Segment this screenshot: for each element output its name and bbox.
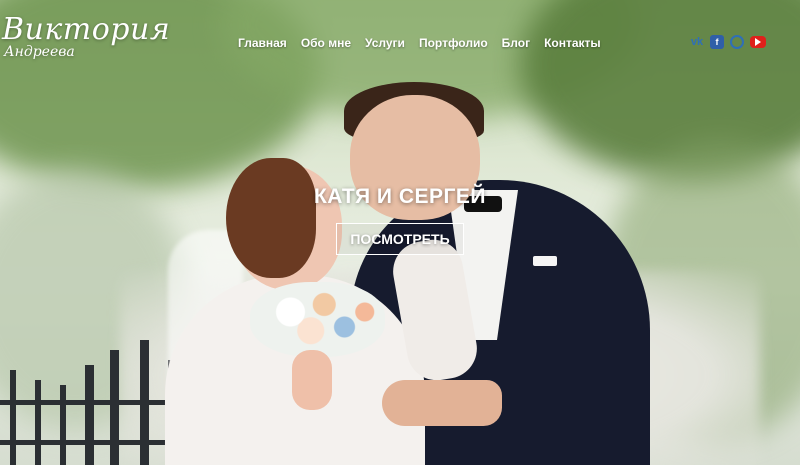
hero-caption: КАТЯ И СЕРГЕЙ ПОСМОТРЕТЬ [300,185,500,255]
brand-logo[interactable]: Виктория Андреева [2,12,171,61]
social-links: vk f [690,35,766,49]
nav-item-portfolio[interactable]: Портфолио [419,36,488,50]
youtube-icon[interactable] [750,36,766,48]
hero-title: КАТЯ И СЕРГЕЙ [313,185,487,208]
brand-name: Виктория [2,12,171,47]
nav-item-home[interactable]: Главная [238,36,287,50]
nav-item-services[interactable]: Услуги [365,36,405,50]
facebook-icon[interactable]: f [710,35,724,49]
nav-item-about[interactable]: Обо мне [301,36,351,50]
vk-icon[interactable]: vk [690,35,704,49]
nav-item-contacts[interactable]: Контакты [544,36,601,50]
nav-item-blog[interactable]: Блог [502,36,530,50]
pocket-square [533,256,557,266]
iron-fence [0,340,190,465]
groom-hand [382,380,502,426]
bride-hand [292,350,332,410]
wedding-bouquet [250,282,385,357]
view-button[interactable]: ПОСМОТРЕТЬ [336,223,464,255]
instagram-icon[interactable] [730,35,744,49]
main-nav: Главная Обо мне Услуги Портфолио Блог Ко… [238,36,601,50]
